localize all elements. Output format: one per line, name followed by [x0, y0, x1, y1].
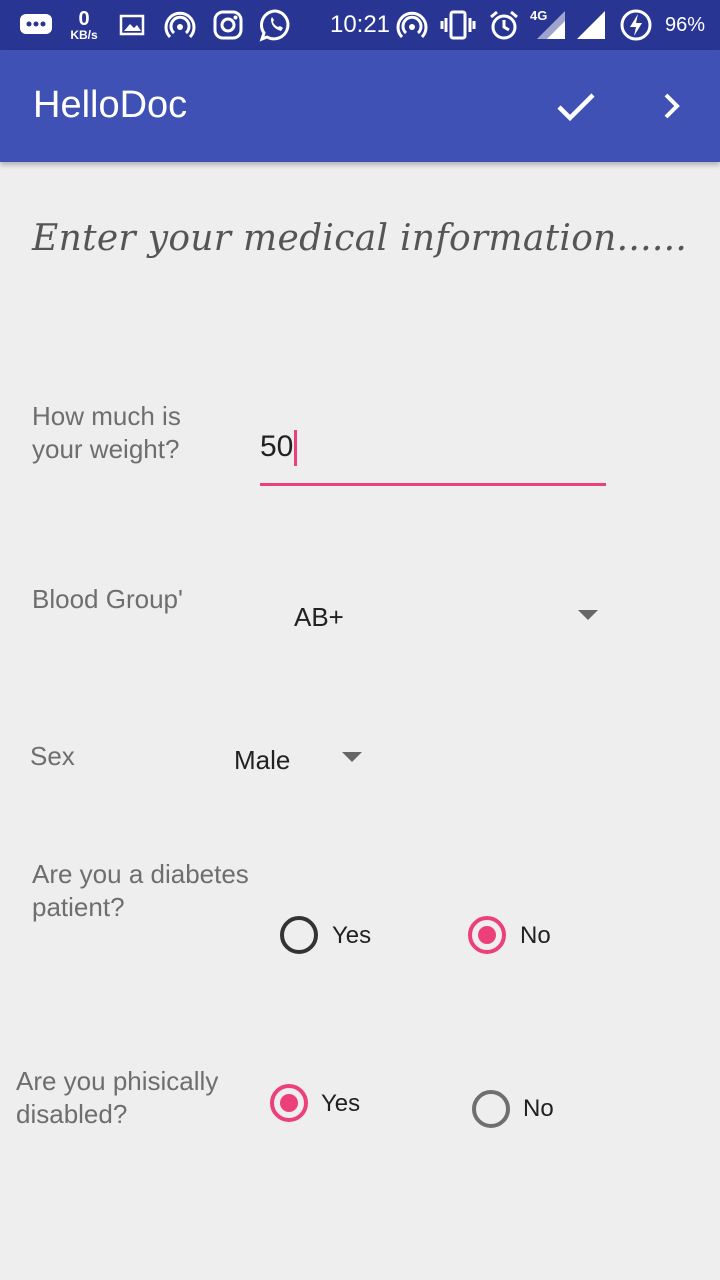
- diabetes-no-label[interactable]: No: [520, 922, 551, 950]
- diabetes-label: Are you a diabetes patient?: [32, 858, 249, 924]
- app-bar: HelloDoc: [0, 50, 720, 162]
- signal-icon: [574, 0, 608, 50]
- diabetes-label-line2: patient?: [32, 892, 125, 922]
- disabled-no-label[interactable]: No: [523, 1095, 554, 1123]
- sex-label: Sex: [30, 741, 75, 771]
- dropdown-arrow-icon: [578, 610, 598, 620]
- app-title: HelloDoc: [33, 84, 188, 126]
- weight-value: 50: [260, 430, 294, 463]
- chevron-right-icon: [664, 93, 680, 119]
- disabled-label-line2: disabled?: [16, 1099, 128, 1129]
- check-icon: [557, 93, 595, 122]
- whatsapp-icon: [256, 0, 296, 50]
- sms-icon: [16, 0, 56, 50]
- network-type: 4G: [530, 8, 548, 23]
- weight-input[interactable]: 50: [260, 420, 606, 486]
- disabled-yes-radio[interactable]: [270, 1084, 308, 1122]
- weight-input-value-wrap: 50: [260, 430, 298, 467]
- form-intro: Enter your medical information......: [32, 218, 688, 259]
- net-speed-unit: KB/s: [70, 28, 98, 42]
- weight-label-line1: How much is: [32, 401, 181, 431]
- vibrate-icon: [438, 0, 478, 50]
- diabetes-yes-radio[interactable]: [280, 916, 318, 954]
- signal-4g-icon: 4G: [526, 0, 568, 50]
- net-speed-value: 0: [78, 8, 90, 30]
- hotspot-icon: [394, 0, 430, 50]
- clock-time: 10:21: [329, 11, 391, 38]
- blood-group-label: Blood Group': [32, 584, 183, 614]
- hotspot-icon: [162, 0, 198, 50]
- blood-group-spinner[interactable]: AB+: [280, 588, 610, 646]
- blood-group-value: AB+: [294, 602, 344, 632]
- weight-label-line2: your weight?: [32, 434, 180, 464]
- battery-percent: 96%: [664, 13, 706, 36]
- dropdown-arrow-icon: [342, 752, 362, 762]
- battery-level: 96%: [660, 0, 710, 50]
- gallery-icon: [116, 0, 148, 50]
- disabled-label-line1: Are you phisically: [16, 1066, 219, 1096]
- diabetes-yes-label[interactable]: Yes: [332, 922, 371, 950]
- disabled-label: Are you phisically disabled?: [16, 1065, 218, 1131]
- disabled-no-radio[interactable]: [472, 1090, 510, 1128]
- next-button[interactable]: [644, 78, 700, 134]
- alarm-icon: [486, 0, 522, 50]
- status-bar: 0 KB/s 10:21 4G 96%: [0, 0, 720, 50]
- disabled-yes-label[interactable]: Yes: [321, 1090, 360, 1118]
- net-speed: 0 KB/s: [64, 0, 104, 50]
- confirm-button[interactable]: [548, 78, 604, 134]
- weight-label: How much is your weight?: [32, 400, 181, 466]
- sex-spinner[interactable]: Male: [222, 730, 372, 788]
- battery-charging-icon: [618, 0, 654, 50]
- diabetes-no-radio[interactable]: [468, 916, 506, 954]
- instagram-icon: [210, 0, 246, 50]
- sex-value: Male: [234, 745, 291, 775]
- clock: 10:21: [324, 0, 396, 50]
- text-cursor: [294, 430, 298, 467]
- diabetes-label-line1: Are you a diabetes: [32, 859, 249, 889]
